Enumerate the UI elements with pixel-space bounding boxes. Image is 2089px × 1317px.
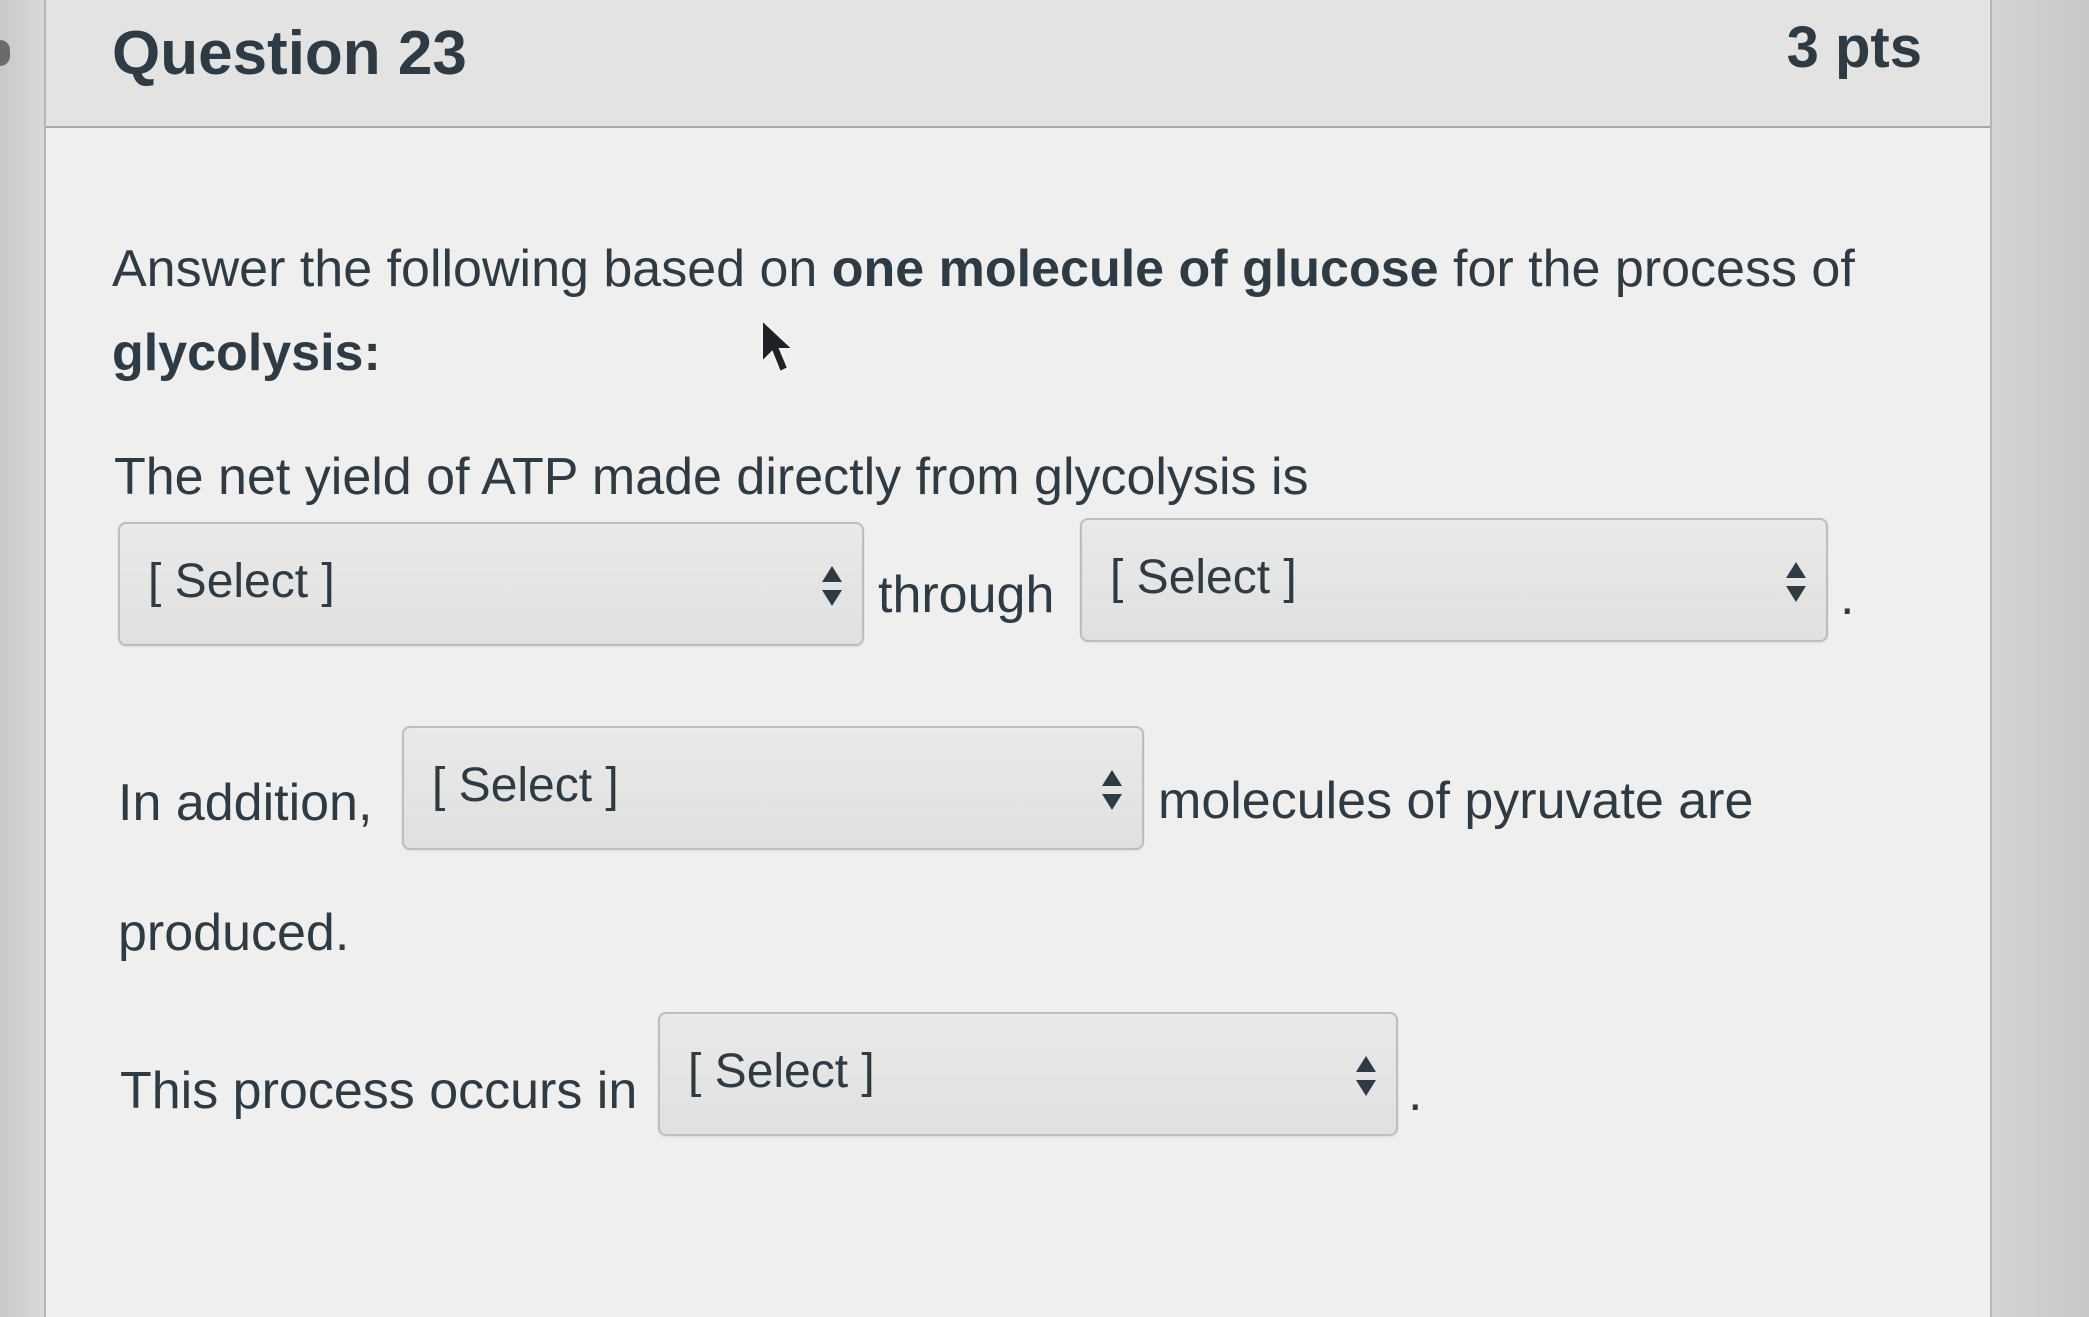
atp-mechanism-select-value: [ Select ] xyxy=(1110,551,1297,604)
sentence-atp-period: . xyxy=(1840,568,1855,626)
question-card: Question 23 3 pts Answer the following b… xyxy=(44,0,1992,1317)
location-select-value: [ Select ] xyxy=(688,1045,875,1098)
prompt-line-1: Answer the following based on one molecu… xyxy=(112,238,1855,300)
prompt-text-1: Answer the following based on xyxy=(112,240,818,298)
sentence-pyruvate-wrap: produced. xyxy=(118,904,350,962)
sentence-pyruvate-tail: molecules of pyruvate are xyxy=(1158,772,1754,830)
mouse-pointer-icon xyxy=(761,318,794,374)
location-select[interactable]: [ Select ] xyxy=(658,1012,1398,1136)
atp-yield-select-value: [ Select ] xyxy=(148,555,335,608)
question-points: 3 pts xyxy=(1786,15,1922,80)
connector-through: through xyxy=(878,566,1055,624)
page-right-margin xyxy=(1992,0,2089,1317)
question-header: Question 23 3 pts xyxy=(46,0,1990,128)
sentence-atp: The net yield of ATP made directly from … xyxy=(114,448,1309,506)
sentence-pyruvate-lead: In addition, xyxy=(118,774,373,832)
atp-mechanism-select[interactable]: [ Select ] xyxy=(1080,518,1828,642)
collapse-handle[interactable] xyxy=(0,40,10,66)
pyruvate-count-select[interactable]: [ Select ] xyxy=(402,726,1144,850)
sentence-location-lead: This process occurs in xyxy=(120,1062,638,1120)
sentence-location-period: . xyxy=(1408,1064,1423,1122)
up-down-arrows-icon xyxy=(1356,1056,1376,1096)
prompt-line-2: glycolysis: xyxy=(112,324,381,382)
question-title: Question 23 xyxy=(112,19,467,88)
atp-yield-select[interactable]: [ Select ] xyxy=(118,522,864,646)
pyruvate-count-select-value: [ Select ] xyxy=(432,759,619,812)
up-down-arrows-icon xyxy=(822,566,842,606)
prompt-emphasis: one molecule of glucose xyxy=(831,240,1439,298)
up-down-arrows-icon xyxy=(1102,770,1122,810)
page-left-margin xyxy=(0,0,44,1317)
up-down-arrows-icon xyxy=(1786,562,1806,602)
prompt-text-2: for the process of xyxy=(1453,240,1855,298)
